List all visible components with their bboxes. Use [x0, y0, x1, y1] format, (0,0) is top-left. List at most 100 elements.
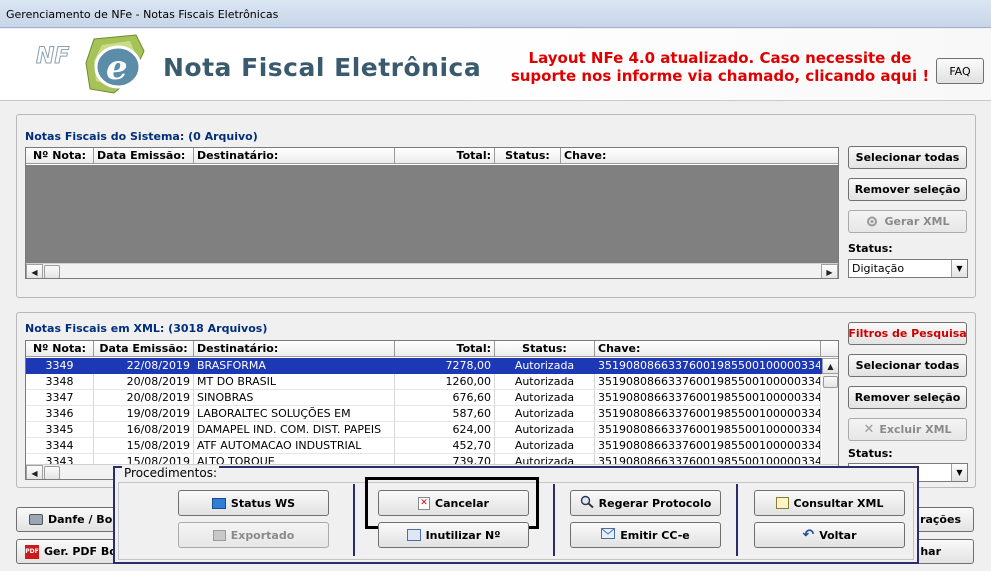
delete-xml-button[interactable]: ✕ Excluir XML — [848, 418, 967, 441]
col-key[interactable]: Chave: — [561, 148, 838, 164]
danfe-button[interactable]: Danfe / Bol — [16, 507, 126, 532]
void-number-label: Inutilizar Nº — [425, 528, 501, 542]
col-status[interactable]: Status: — [495, 148, 561, 164]
xml-notes-vscrollbar[interactable]: ▲ — [822, 358, 838, 464]
col-recipient[interactable]: Destinatário: — [194, 341, 395, 357]
cell-recipient: LABORALTEC SOLUÇÕES EM — [194, 406, 395, 422]
generate-xml-label: Gerar XML — [884, 215, 950, 228]
undo-arrow-icon: ↶ — [802, 527, 815, 543]
system-notes-grid-header: Nº Nota: Data Emissão: Destinatário: Tot… — [26, 148, 838, 164]
cell-recipient: DAMAPEL IND. COM. DIST. PAPEIS — [194, 422, 395, 438]
export-icon — [212, 529, 226, 541]
col-key[interactable]: Chave: — [595, 341, 821, 357]
scroll-left-icon[interactable]: ◀ — [26, 264, 43, 278]
cell-total: 624,00 — [395, 422, 495, 438]
table-row[interactable]: 3347 20/08/2019 SINOBRAS 676,60 Autoriza… — [26, 390, 822, 406]
scroll-thumb[interactable] — [44, 466, 60, 479]
close-icon: ✕ — [863, 422, 875, 437]
close-app-label: har — [920, 545, 941, 558]
cell-date: 15/08/2019 — [94, 438, 194, 454]
back-button[interactable]: ↶ Voltar — [754, 522, 905, 548]
procedures-separator — [353, 484, 355, 556]
col-total[interactable]: Total: — [395, 148, 495, 164]
xml-remove-selection-button[interactable]: Remover seleção — [848, 386, 967, 409]
cell-number: 3347 — [26, 390, 94, 406]
procedures-legend: Procedimentos: — [122, 466, 219, 480]
chevron-down-icon[interactable]: ▼ — [951, 260, 967, 277]
search-filters-button[interactable]: Filtros de Pesquisa — [848, 322, 967, 345]
cell-date: 20/08/2019 — [94, 390, 194, 406]
col-total[interactable]: Total: — [395, 341, 495, 357]
app-title: Nota Fiscal Eletrônica — [163, 53, 482, 82]
system-status-select[interactable]: Digitação ▼ — [848, 259, 968, 278]
cell-number: 3345 — [26, 422, 94, 438]
cell-total: 676,60 — [395, 390, 495, 406]
system-notes-grid[interactable]: Nº Nota: Data Emissão: Destinatário: Tot… — [25, 147, 839, 279]
cell-recipient: BRASFORMA — [194, 358, 395, 374]
system-status-label: Status: — [848, 242, 893, 255]
scroll-thumb[interactable] — [44, 265, 60, 278]
faq-button[interactable]: FAQ — [936, 58, 984, 84]
pdf-icon: PDF — [25, 544, 39, 559]
cell-recipient: SINOBRAS — [194, 390, 395, 406]
col-date[interactable]: Data Emissão: — [94, 341, 194, 357]
cell-number: 3349 — [26, 358, 94, 374]
support-message[interactable]: Layout NFe 4.0 atualizado. Caso necessit… — [505, 49, 935, 85]
void-number-button[interactable]: Inutilizar Nº — [378, 522, 529, 548]
table-row[interactable]: 3344 15/08/2019 ATF AUTOMACAO INDUSTRIAL… — [26, 438, 822, 454]
exported-button[interactable]: Exportado — [178, 522, 329, 548]
envelope-icon — [601, 528, 616, 542]
window-title: Gerenciamento de NFe - Notas Fiscais Ele… — [6, 8, 279, 21]
regenerate-protocol-button[interactable]: Regerar Protocolo — [570, 490, 721, 516]
cell-status: Autorizada — [495, 438, 595, 454]
regenerate-protocol-label: Regerar Protocolo — [598, 496, 712, 510]
cell-total: 452,70 — [395, 438, 495, 454]
col-status[interactable]: Status: — [495, 341, 595, 357]
scroll-up-icon[interactable]: ▲ — [822, 358, 838, 374]
system-notes-hscrollbar[interactable]: ◀ ▶ — [26, 263, 838, 278]
scroll-thumb[interactable] — [823, 376, 838, 388]
cell-key: 35190808663376001985500100000334917548 — [595, 358, 821, 374]
scroll-right-icon[interactable]: ▶ — [821, 264, 838, 278]
status-ws-button[interactable]: Status WS — [178, 490, 329, 516]
col-recipient[interactable]: Destinatário: — [194, 148, 395, 164]
header-banner: e NF Nota Fiscal Eletrônica Layout NFe 4… — [0, 29, 991, 101]
xml-notes-grid[interactable]: Nº Nota: Data Emissão: Destinatário: Tot… — [25, 340, 839, 480]
cell-date: 16/08/2019 — [94, 422, 194, 438]
scroll-left-icon[interactable]: ◀ — [26, 465, 43, 479]
cell-status: Autorizada — [495, 422, 595, 438]
svg-text:e: e — [106, 48, 128, 88]
col-number[interactable]: Nº Nota: — [26, 148, 94, 164]
xml-notes-grid-header: Nº Nota: Data Emissão: Destinatário: Tot… — [26, 341, 838, 357]
svg-text:NF: NF — [36, 44, 69, 69]
generate-xml-button[interactable]: Gerar XML — [848, 210, 967, 233]
query-xml-button[interactable]: Consultar XML — [754, 490, 905, 516]
chevron-down-icon[interactable]: ▼ — [951, 464, 967, 481]
col-number[interactable]: Nº Nota: — [26, 341, 94, 357]
cell-number: 3346 — [26, 406, 94, 422]
document-edit-icon — [775, 497, 789, 509]
pdf-button[interactable]: PDF Ger. PDF Bol — [16, 539, 126, 564]
col-date[interactable]: Data Emissão: — [94, 148, 194, 164]
xml-notes-title: Notas Fiscais em XML: (3018 Arquivos) — [25, 322, 268, 335]
back-label: Voltar — [819, 528, 857, 542]
table-row[interactable]: 3348 20/08/2019 MT DO BRASIL 1260,00 Aut… — [26, 374, 822, 390]
configurations-label: rações — [920, 513, 961, 526]
xml-select-all-button[interactable]: Selecionar todas — [848, 354, 967, 377]
xml-status-label: Status: — [848, 447, 893, 460]
delete-xml-label: Excluir XML — [879, 423, 952, 436]
procedures-separator — [553, 484, 555, 556]
emit-cce-button[interactable]: Emitir CC-e — [570, 522, 721, 548]
cell-status: Autorizada — [495, 406, 595, 422]
system-status-value: Digitação — [852, 262, 905, 275]
table-row[interactable]: 3346 19/08/2019 LABORALTEC SOLUÇÕES EM 5… — [26, 406, 822, 422]
cell-recipient: ATF AUTOMACAO INDUSTRIAL — [194, 438, 395, 454]
table-row[interactable]: 3349 22/08/2019 BRASFORMA 7278,00 Autori… — [26, 358, 822, 374]
query-xml-label: Consultar XML — [793, 496, 884, 510]
exported-label: Exportado — [230, 528, 295, 542]
system-notes-grid-empty-area — [26, 165, 838, 263]
system-select-all-button[interactable]: Selecionar todas — [848, 146, 967, 169]
system-remove-selection-button[interactable]: Remover seleção — [848, 178, 967, 201]
table-row[interactable]: 3345 16/08/2019 DAMAPEL IND. COM. DIST. … — [26, 422, 822, 438]
cell-key: 35190808663376001985500100000334514647 — [595, 422, 821, 438]
